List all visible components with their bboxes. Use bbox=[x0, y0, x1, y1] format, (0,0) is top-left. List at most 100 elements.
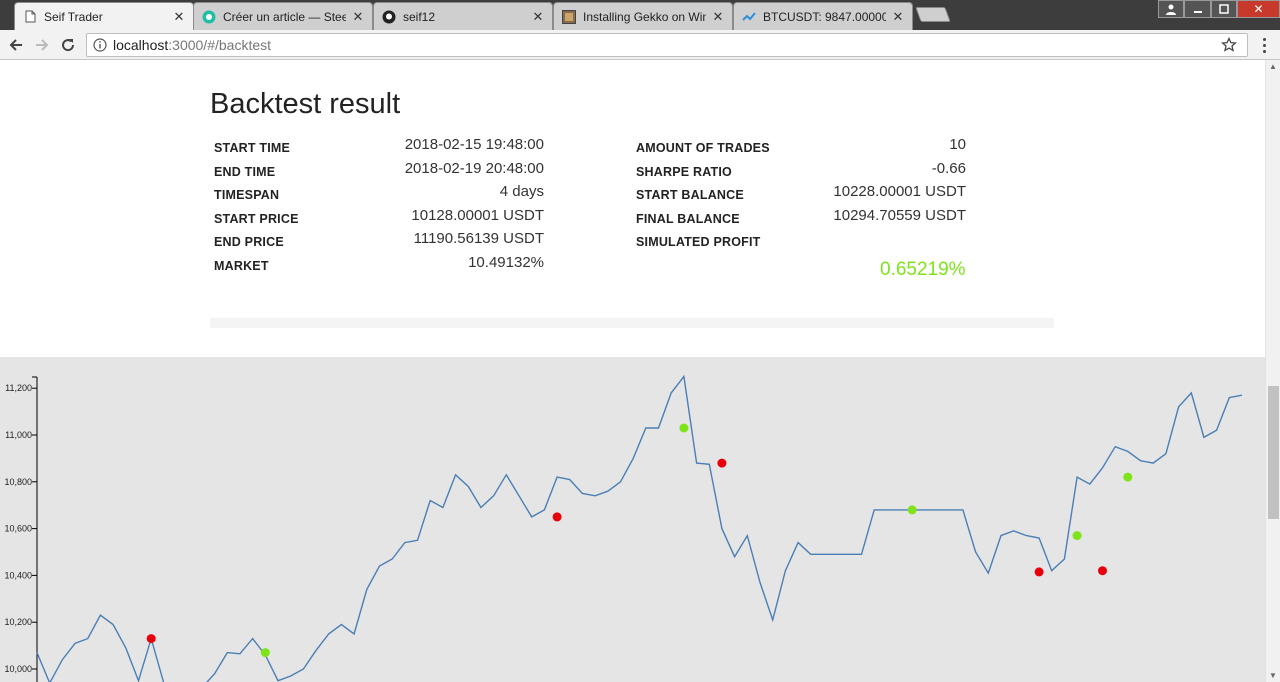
page-title: Backtest result bbox=[210, 88, 401, 120]
stat-label: SIMULATED PROFIT bbox=[636, 235, 761, 250]
scroll-up-arrow-icon[interactable]: ▲ bbox=[1269, 62, 1277, 71]
stat-row-end-price: END PRICE 11190.56139 USDT bbox=[214, 230, 544, 254]
scroll-down-arrow-icon[interactable]: ▼ bbox=[1269, 671, 1277, 680]
stat-label: START BALANCE bbox=[636, 188, 744, 203]
steemit-icon bbox=[202, 10, 216, 24]
stat-row-timespan: TIMESPAN 4 days bbox=[214, 183, 544, 207]
browser-menu-icon[interactable] bbox=[1256, 35, 1272, 55]
stat-row-start-time: START TIME 2018-02-15 19:48:00 bbox=[214, 136, 544, 160]
stat-value: 10294.70559 USDT bbox=[833, 206, 966, 224]
stat-row-end-time: END TIME 2018-02-19 20:48:00 bbox=[214, 160, 544, 184]
maximize-button[interactable] bbox=[1211, 0, 1237, 18]
buy-trade-marker[interactable] bbox=[907, 505, 917, 515]
stat-row-start-price: START PRICE 10128.00001 USDT bbox=[214, 207, 544, 231]
y-tick-label: 11,000 bbox=[5, 430, 32, 440]
reload-icon bbox=[62, 39, 75, 52]
y-tick-label: 11,200 bbox=[5, 383, 32, 393]
sell-trade-marker[interactable] bbox=[552, 512, 562, 522]
tab-gekko[interactable]: Installing Gekko on Wind ✕ bbox=[553, 2, 733, 30]
tab-seif-trader[interactable]: Seif Trader ✕ bbox=[14, 2, 194, 30]
tab-title: seif12 bbox=[403, 9, 436, 24]
y-tick-label: 10,400 bbox=[4, 570, 32, 580]
close-window-button[interactable]: ✕ bbox=[1237, 0, 1280, 18]
stat-value: 10128.00001 USDT bbox=[411, 206, 544, 224]
bookmark-star-icon[interactable] bbox=[1221, 36, 1237, 56]
tab-title: Seif Trader bbox=[44, 9, 103, 24]
address-bar[interactable]: localhost:3000/#/backtest bbox=[86, 33, 1248, 57]
stat-label: START TIME bbox=[214, 141, 291, 155]
scrollbar-thumb[interactable] bbox=[1268, 386, 1279, 519]
stat-value: -0.66 bbox=[931, 159, 966, 177]
stat-value: 11190.56139 USDT bbox=[413, 230, 544, 248]
price-line bbox=[36, 374, 1243, 682]
stat-value: 2018-02-19 20:48:00 bbox=[404, 159, 544, 177]
stat-value: 2018-02-15 19:48:00 bbox=[404, 136, 544, 153]
tab-steemit[interactable]: Créer un article — Steem ✕ bbox=[193, 2, 373, 30]
stat-label: FINAL BALANCE bbox=[636, 211, 740, 226]
sell-trade-marker[interactable] bbox=[1098, 566, 1107, 576]
stat-row-market: MARKET 10.49132% bbox=[214, 254, 544, 278]
stat-value: 4 days bbox=[499, 183, 544, 201]
info-icon[interactable] bbox=[93, 38, 107, 52]
arrow-right-icon bbox=[36, 39, 49, 51]
tab-binance[interactable]: BTCUSDT: 9847.0000000 ✕ bbox=[733, 2, 913, 30]
sell-trade-marker[interactable] bbox=[717, 458, 727, 468]
reload-button[interactable] bbox=[58, 35, 78, 55]
close-icon[interactable]: ✕ bbox=[350, 9, 366, 25]
stat-row-amount-of-trades: AMOUNT OF TRADES 10 bbox=[636, 136, 966, 160]
y-tick-label: 10,600 bbox=[4, 524, 32, 534]
tab-title: Installing Gekko on Wind bbox=[583, 9, 706, 24]
tab-title: BTCUSDT: 9847.0000000 bbox=[763, 9, 886, 24]
stat-row-final-balance: FINAL BALANCE 10294.70559 USDT bbox=[636, 207, 966, 231]
forward-button[interactable] bbox=[32, 35, 52, 55]
buy-trade-marker[interactable] bbox=[679, 423, 689, 433]
stat-label: MARKET bbox=[214, 258, 269, 273]
buy-trade-marker[interactable] bbox=[1123, 472, 1133, 482]
price-chart-svg[interactable]: 10,000 10,200 10,400 10,600 10,800 11,000 11,2… bbox=[0, 357, 1265, 682]
minimize-button[interactable] bbox=[1184, 0, 1211, 18]
stat-value: 10.49132% bbox=[468, 253, 544, 271]
stat-row-sharpe-ratio: SHARPE RATIO -0.66 bbox=[636, 160, 966, 184]
stat-row-simulated-profit: SIMULATED PROFIT bbox=[636, 230, 966, 254]
y-tick-label: 10,200 bbox=[4, 617, 32, 627]
browser-tab-strip: Seif Trader ✕ Créer un article — Steem ✕… bbox=[0, 0, 1280, 30]
page-scrollbar[interactable]: ▲ ▼ bbox=[1265, 60, 1280, 682]
price-chart[interactable]: 10,000 10,200 10,400 10,600 10,800 11,000 11,2… bbox=[0, 357, 1265, 682]
binance-icon bbox=[742, 10, 756, 24]
close-icon[interactable]: ✕ bbox=[890, 9, 906, 25]
stat-value: 10 bbox=[949, 136, 966, 153]
sell-trade-marker[interactable] bbox=[1034, 567, 1044, 577]
browser-toolbar: localhost:3000/#/backtest bbox=[0, 30, 1280, 60]
arrow-left-icon bbox=[9, 39, 22, 51]
new-tab-button[interactable] bbox=[915, 7, 951, 22]
close-icon[interactable]: ✕ bbox=[171, 9, 187, 25]
back-button[interactable] bbox=[6, 35, 26, 55]
url-host: localhost bbox=[113, 37, 169, 53]
gekko-icon bbox=[562, 9, 576, 24]
stat-value: 10228.00001 USDT bbox=[833, 183, 966, 201]
document-icon bbox=[23, 10, 37, 24]
stats-left-table: START TIME 2018-02-15 19:48:00 END TIME 20… bbox=[214, 136, 544, 278]
sell-trade-marker[interactable] bbox=[146, 634, 156, 644]
url-path: :3000/#/backtest bbox=[168, 37, 272, 53]
divider bbox=[210, 318, 1054, 328]
tab-github[interactable]: seif12 ✕ bbox=[373, 2, 553, 30]
stats-right-table: AMOUNT OF TRADES 10 SHARPE RATIO -0.66 STA… bbox=[636, 136, 966, 254]
close-icon[interactable]: ✕ bbox=[710, 9, 726, 25]
stat-label: SHARPE RATIO bbox=[636, 164, 732, 179]
stat-label: TIMESPAN bbox=[214, 188, 280, 203]
github-icon bbox=[382, 10, 396, 24]
buy-trade-marker[interactable] bbox=[1072, 531, 1082, 541]
stat-row-start-balance: START BALANCE 10228.00001 USDT bbox=[636, 183, 966, 207]
close-icon[interactable]: ✕ bbox=[530, 9, 546, 25]
stat-label: START PRICE bbox=[214, 211, 299, 226]
y-tick-label: 10,800 bbox=[4, 477, 32, 487]
stat-label: END PRICE bbox=[214, 235, 284, 250]
y-tick-label: 10,000 bbox=[4, 664, 32, 674]
page-viewport: Backtest result START TIME 2018-02-15 19:… bbox=[0, 60, 1265, 682]
simulated-profit-value: 0.65219% bbox=[880, 259, 966, 280]
buy-trade-marker[interactable] bbox=[260, 648, 270, 658]
stat-label: AMOUNT OF TRADES bbox=[636, 141, 770, 155]
stat-label: END TIME bbox=[214, 164, 276, 179]
user-icon[interactable] bbox=[1158, 0, 1184, 18]
